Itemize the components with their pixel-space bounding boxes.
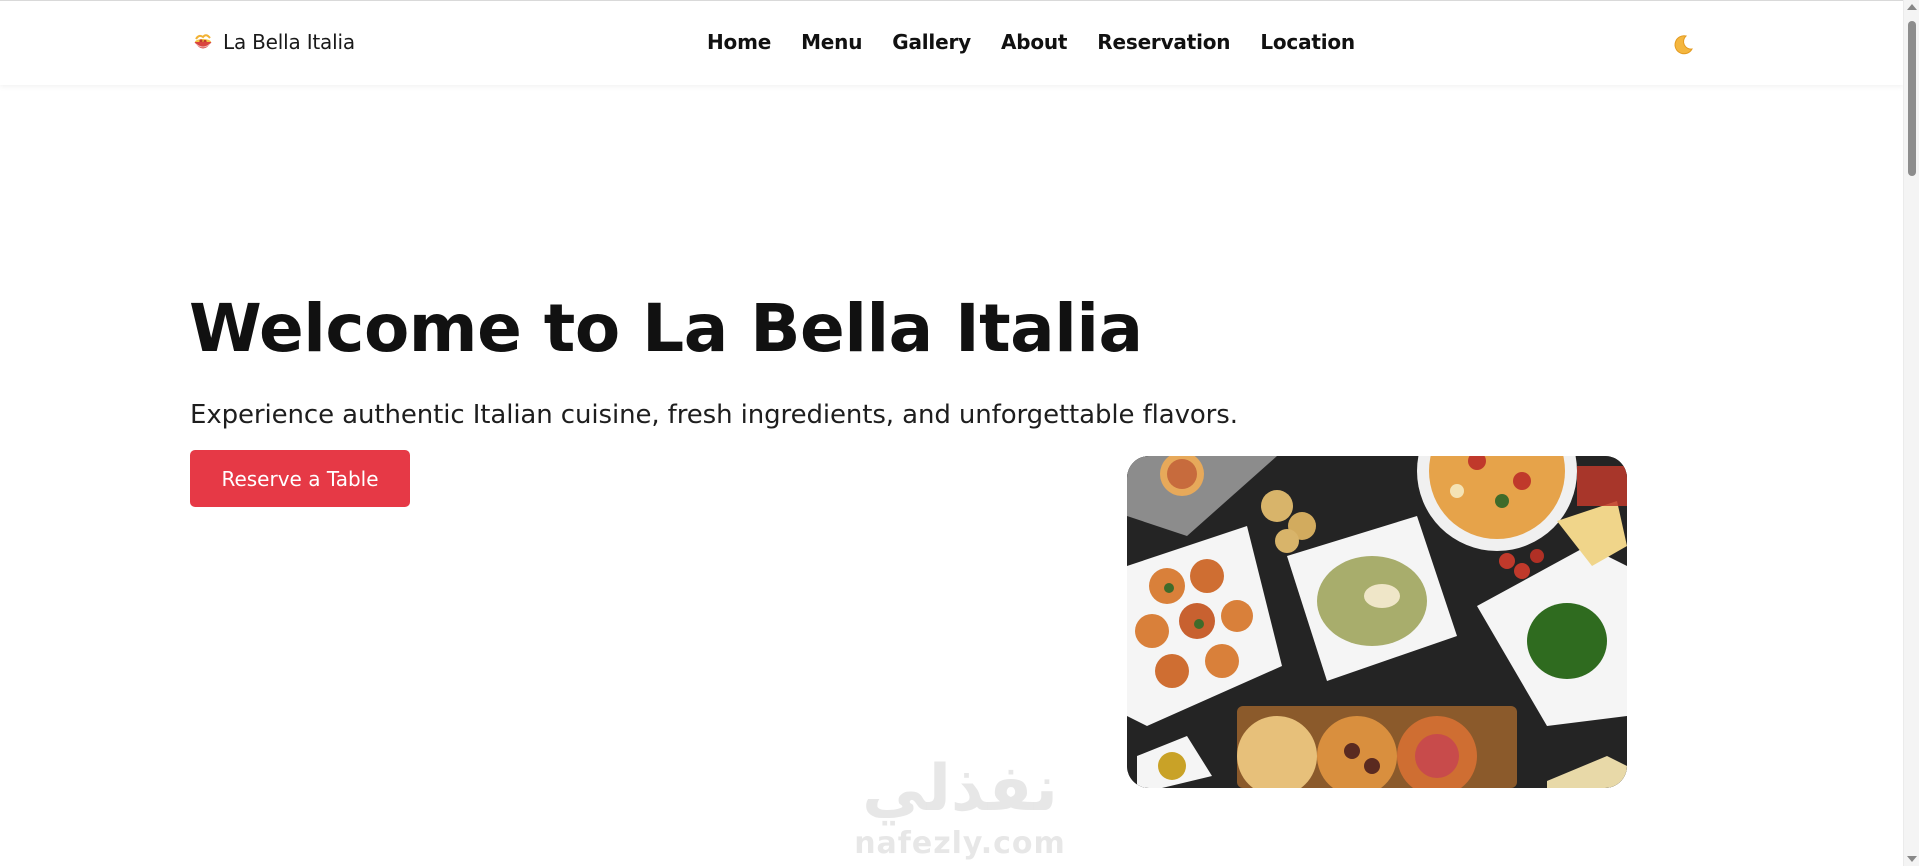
hero-food-image: [1127, 456, 1627, 788]
watermark-arabic-text: نفذلي: [862, 752, 1058, 826]
italian-food-spread-image: [1127, 456, 1627, 788]
scroll-down-arrow-icon[interactable]: [1907, 856, 1917, 862]
navbar: La Bella Italia Home Menu Gallery About …: [0, 0, 1903, 85]
brand-name: La Bella Italia: [223, 30, 355, 54]
crescent-moon-icon: [1674, 35, 1693, 55]
page: La Bella Italia Home Menu Gallery About …: [0, 0, 1919, 866]
nav-links: Home Menu Gallery About Reservation Loca…: [707, 30, 1355, 54]
theme-toggle-button[interactable]: [1670, 32, 1696, 58]
watermark: نفذلي nafezly.com: [850, 752, 1070, 862]
nav-link-gallery[interactable]: Gallery: [892, 30, 971, 54]
scrollbar-thumb[interactable]: [1908, 21, 1916, 176]
nav-link-about[interactable]: About: [1001, 30, 1068, 54]
hero-subtitle: Experience authentic Italian cuisine, fr…: [190, 400, 1238, 430]
vertical-scrollbar[interactable]: [1903, 0, 1919, 866]
hero-title: Welcome to La Bella Italia: [189, 290, 1143, 367]
nav-link-menu[interactable]: Menu: [801, 30, 862, 54]
brand-link[interactable]: La Bella Italia: [192, 30, 355, 54]
scroll-up-arrow-icon[interactable]: [1907, 4, 1917, 10]
nav-link-reservation[interactable]: Reservation: [1097, 30, 1230, 54]
spaghetti-bowl-icon: [194, 34, 212, 49]
nav-link-home[interactable]: Home: [707, 30, 771, 54]
nav-link-location[interactable]: Location: [1260, 30, 1355, 54]
watermark-latin-text: nafezly.com: [854, 826, 1066, 861]
reserve-table-button[interactable]: Reserve a Table: [190, 450, 410, 507]
